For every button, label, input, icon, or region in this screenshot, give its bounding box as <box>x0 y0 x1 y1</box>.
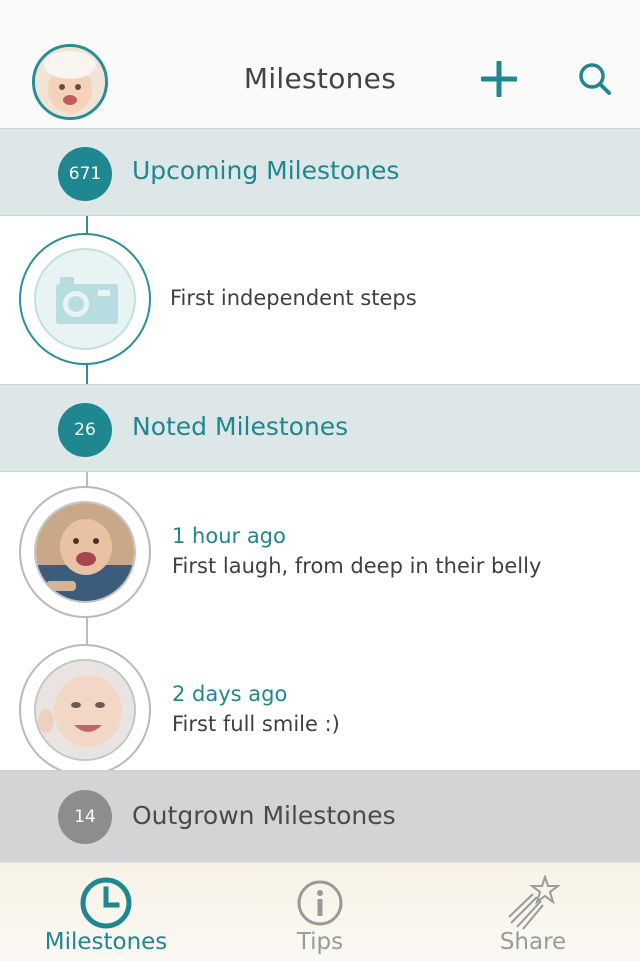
section-upcoming-milestones[interactable]: 671 Upcoming Milestones <box>0 128 640 216</box>
section-noted-milestones[interactable]: 26 Noted Milestones <box>0 384 640 472</box>
tab-milestones[interactable]: Milestones <box>20 863 192 961</box>
plus-icon[interactable] <box>478 58 520 100</box>
noted-count-badge: 26 <box>58 403 112 457</box>
tab-bar: Milestones Tips Share <box>0 862 640 961</box>
list-item-noted[interactable]: 2 days ago First full smile :) <box>0 630 640 776</box>
info-icon <box>292 875 348 931</box>
list-item-noted[interactable]: 1 hour ago First laugh, from deep in the… <box>0 472 640 630</box>
tab-label: Share <box>499 929 567 955</box>
page-title: Milestones <box>243 62 397 95</box>
tab-tips[interactable]: Tips <box>250 863 390 961</box>
search-icon[interactable] <box>576 60 614 98</box>
milestone-time: 1 hour ago <box>172 524 286 548</box>
milestone-title: First full smile :) <box>172 712 340 736</box>
upcoming-count-badge: 671 <box>58 147 112 201</box>
milestone-title: First laugh, from deep in their belly <box>172 554 542 578</box>
tab-label: Tips <box>296 929 344 955</box>
milestone-title: First independent steps <box>170 286 417 310</box>
section-label: Outgrown Milestones <box>132 801 396 830</box>
header-bar: Milestones <box>0 0 640 128</box>
outgrown-count-badge: 14 <box>58 790 112 844</box>
milestone-time: 2 days ago <box>172 682 288 706</box>
section-label: Upcoming Milestones <box>132 156 400 185</box>
milestone-ring <box>19 644 151 776</box>
milestone-ring <box>19 486 151 618</box>
baby-photo <box>34 659 136 761</box>
section-outgrown-milestones[interactable]: 14 Outgrown Milestones <box>0 770 640 862</box>
tab-share[interactable]: Share <box>462 863 604 961</box>
camera-icon <box>34 248 136 350</box>
milestone-ring <box>19 233 151 365</box>
section-label: Noted Milestones <box>132 412 349 441</box>
list-item-upcoming[interactable]: First independent steps <box>0 216 640 384</box>
tab-label: Milestones <box>44 929 168 955</box>
clock-icon <box>78 875 134 931</box>
baby-photo <box>34 501 136 603</box>
shooting-star-icon <box>505 873 561 931</box>
